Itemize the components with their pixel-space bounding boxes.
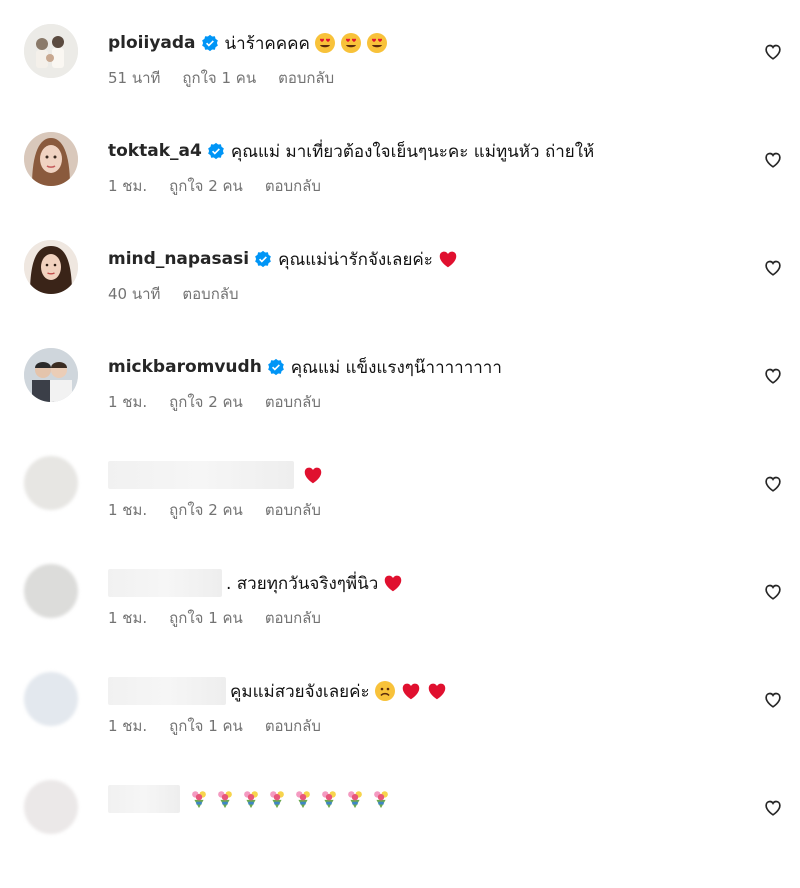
reply-button[interactable]: ตอบกลับ	[182, 282, 238, 306]
reply-button[interactable]: ตอบกลับ	[265, 498, 321, 522]
comment-item: . สวยทุกวันจริงๆพี่นิว 1 ชม. ถูกใจ 1 คน …	[0, 564, 800, 672]
red-heart-emoji-icon	[439, 251, 457, 268]
heart-eyes-emoji-icon	[314, 33, 335, 53]
reply-button[interactable]: ตอบกลับ	[278, 66, 334, 90]
bouquet-emoji-icon	[322, 791, 336, 809]
like-heart-icon[interactable]	[762, 796, 784, 818]
avatar[interactable]	[24, 672, 78, 726]
comment-time: 1 ชม.	[108, 501, 148, 519]
like-heart-icon[interactable]	[762, 40, 784, 62]
red-heart-emoji-icon	[385, 575, 402, 592]
comment-text: คุณแม่ มาเที่ยวต้องใจเย็นๆนะคะ แม่ทูนหัว…	[230, 141, 595, 162]
comment-time: 1 ชม.	[108, 393, 148, 411]
comment-text: คุณแม่ แข็งแรงๆน๊าาาาาาาา	[290, 357, 502, 378]
avatar[interactable]	[24, 348, 78, 402]
avatar[interactable]	[24, 564, 78, 618]
heart-eyes-emoji-icon	[366, 33, 387, 53]
username[interactable]: ploiiyada	[108, 33, 196, 53]
like-count[interactable]: ถูกใจ 1 คน	[169, 606, 243, 630]
red-heart-emoji-icon	[428, 683, 445, 700]
like-count[interactable]: ถูกใจ 2 คน	[169, 174, 243, 198]
comment-text: . สวยทุกวันจริงๆพี่นิว	[226, 573, 379, 594]
redacted-username	[108, 461, 294, 489]
comment-text: คูมแม่สวยจังเลยค่ะ	[230, 681, 370, 702]
bouquet-emoji-icon	[270, 791, 284, 809]
reply-button[interactable]: ตอบกลับ	[265, 714, 321, 738]
redacted-username	[108, 677, 226, 705]
avatar[interactable]	[24, 456, 78, 510]
avatar[interactable]	[24, 132, 78, 186]
verified-badge-icon	[267, 358, 284, 376]
comment-item: toktak_a4 คุณแม่ มาเที่ยวต้องใจเย็นๆนะคะ…	[0, 132, 800, 240]
bouquet-emoji-group	[184, 788, 392, 810]
comment-time: 1 ชม.	[108, 609, 148, 627]
comment-text: คุณแม่น่ารักจังเลยค่ะ	[278, 249, 433, 270]
username[interactable]: mind_napasasi	[108, 249, 249, 269]
comment-item: mind_napasasi คุณแม่น่ารักจังเลยค่ะ 40 น…	[0, 240, 800, 348]
like-heart-icon[interactable]	[762, 256, 784, 278]
like-heart-icon[interactable]	[762, 364, 784, 386]
like-heart-icon[interactable]	[762, 472, 784, 494]
reply-button[interactable]: ตอบกลับ	[265, 606, 321, 630]
comment-item: คูมแม่สวยจังเลยค่ะ 1 ชม. ถูกใจ 1 คน ตอบก…	[0, 672, 800, 780]
like-heart-icon[interactable]	[762, 148, 784, 170]
avatar[interactable]	[24, 780, 78, 834]
like-count[interactable]: ถูกใจ 2 คน	[169, 498, 243, 522]
bouquet-emoji-icon	[192, 791, 206, 809]
redacted-username	[108, 785, 180, 813]
avatar[interactable]	[24, 240, 78, 294]
comment-list: ploiiyada น่าร้าคคคค 51 นาที ถูกใจ 1 คน …	[0, 0, 800, 836]
avatar[interactable]	[24, 24, 78, 78]
red-heart-emoji-icon	[304, 467, 322, 484]
comment-item: 1 ชม. ถูกใจ 2 คน ตอบกลับ	[0, 456, 800, 564]
comment-item: ploiiyada น่าร้าคคคค 51 นาที ถูกใจ 1 คน …	[0, 24, 800, 132]
verified-badge-icon	[255, 250, 271, 268]
like-count[interactable]: ถูกใจ 1 คน	[182, 66, 256, 90]
comment-time: 1 ชม.	[108, 177, 148, 195]
bouquet-emoji-icon	[374, 791, 388, 809]
verified-badge-icon	[201, 34, 218, 52]
red-heart-emoji-icon	[402, 683, 419, 700]
comment-text: น่าร้าคคคค	[224, 33, 310, 54]
heart-eyes-emoji-icon	[340, 33, 361, 53]
username[interactable]: mickbaromvudh	[108, 357, 262, 377]
bouquet-emoji-icon	[244, 791, 258, 809]
username[interactable]: toktak_a4	[108, 141, 202, 161]
like-count[interactable]: ถูกใจ 1 คน	[169, 714, 243, 738]
bouquet-emoji-icon	[348, 791, 362, 809]
like-heart-icon[interactable]	[762, 688, 784, 710]
comment-time: 51 นาที	[108, 69, 161, 87]
comment-item	[0, 780, 800, 888]
bouquet-emoji-icon	[218, 791, 232, 809]
reply-button[interactable]: ตอบกลับ	[265, 390, 321, 414]
like-count[interactable]: ถูกใจ 2 คน	[169, 390, 243, 414]
like-heart-icon[interactable]	[762, 580, 784, 602]
bouquet-emoji-icon	[296, 791, 310, 809]
reply-button[interactable]: ตอบกลับ	[265, 174, 321, 198]
verified-badge-icon	[207, 142, 224, 160]
comment-item: mickbaromvudh คุณแม่ แข็งแรงๆน๊าาาาาาาา …	[0, 348, 800, 456]
comment-time: 1 ชม.	[108, 717, 148, 735]
comment-time: 40 นาที	[108, 285, 161, 303]
frowning-face-emoji-icon	[374, 681, 395, 701]
redacted-username	[108, 569, 222, 597]
